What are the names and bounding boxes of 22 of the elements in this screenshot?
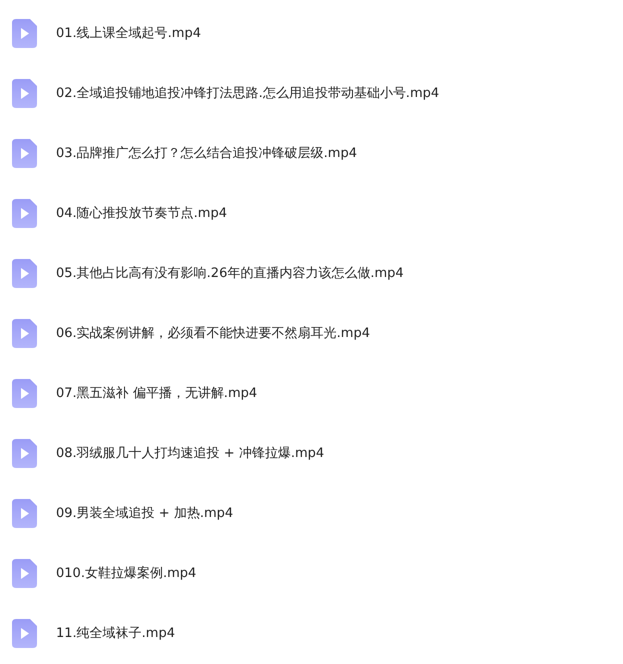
- video-file-icon: [12, 198, 37, 228]
- file-name[interactable]: 07.黑五滋补 偏平播，无讲解.mp4: [56, 384, 258, 402]
- file-name[interactable]: 08.羽绒服几十人打均速追投 + 冲锋拉爆.mp4: [56, 444, 324, 462]
- video-file-icon: [12, 438, 37, 468]
- file-name[interactable]: 09.男装全域追投 + 加热.mp4: [56, 504, 234, 522]
- file-name[interactable]: 11.纯全域袜子.mp4: [56, 624, 175, 642]
- file-name[interactable]: 02.全域追投铺地追投冲锋打法思路.怎么用追投带动基础小号.mp4: [56, 84, 440, 102]
- file-name[interactable]: 03.品牌推广怎么打？怎么结合追投冲锋破层级.mp4: [56, 144, 357, 162]
- video-file-icon: [12, 78, 37, 108]
- file-name[interactable]: 010.女鞋拉爆案例.mp4: [56, 564, 196, 582]
- video-file-icon: [12, 18, 37, 48]
- video-file-icon: [12, 258, 37, 288]
- file-name[interactable]: 01.线上课全域起号.mp4: [56, 24, 201, 42]
- video-file-icon: [12, 138, 37, 168]
- video-file-icon: [12, 498, 37, 528]
- video-file-icon: [12, 378, 37, 408]
- file-name[interactable]: 06.实战案例讲解，必须看不能快进要不然扇耳光.mp4: [56, 324, 370, 342]
- video-file-icon: [12, 618, 37, 648]
- video-file-icon: [12, 318, 37, 348]
- video-file-icon: [12, 558, 37, 588]
- file-name[interactable]: 04.随心推投放节奏节点.mp4: [56, 204, 227, 222]
- file-name[interactable]: 05.其他占比高有没有影响.26年的直播内容力该怎么做.mp4: [56, 264, 404, 282]
